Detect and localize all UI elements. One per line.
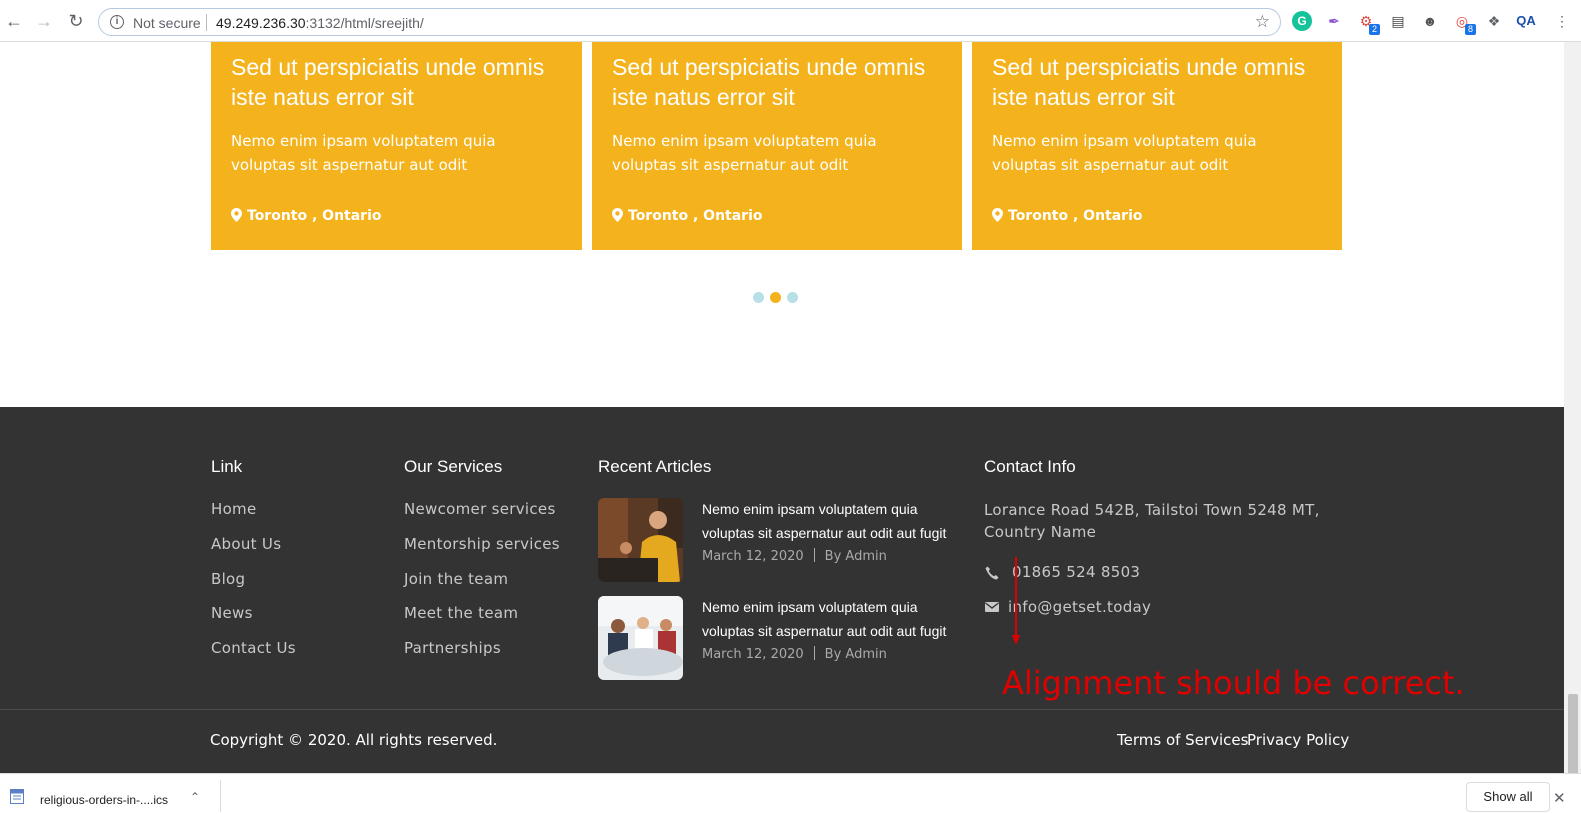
contact-email[interactable]: info@getset.today bbox=[1008, 596, 1151, 618]
card-title: Sed ut perspiciatis unde omnis iste natu… bbox=[612, 54, 926, 110]
article-meta: March 12, 2020 By Admin bbox=[702, 646, 887, 662]
terms-link[interactable]: Terms of Services bbox=[1117, 731, 1248, 749]
article-date: March 12, 2020 bbox=[702, 549, 804, 564]
lens-extension-icon[interactable]: ◎ 8 bbox=[1452, 11, 1476, 35]
card-location: Toronto , Ontario bbox=[992, 208, 1143, 224]
footer-link-news[interactable]: News bbox=[211, 604, 253, 622]
article-thumbnail[interactable] bbox=[598, 596, 683, 680]
footer-service-mentorship[interactable]: Mentorship services bbox=[404, 535, 560, 553]
footer-service-partnerships[interactable]: Partnerships bbox=[404, 639, 501, 657]
carousel-dot[interactable] bbox=[753, 292, 764, 303]
article-thumbnail[interactable] bbox=[598, 498, 683, 582]
footer-link-about[interactable]: About Us bbox=[211, 535, 281, 553]
article-title[interactable]: Nemo enim ipsam voluptatem quia voluptas… bbox=[702, 595, 962, 643]
calendar-file-icon bbox=[10, 789, 24, 804]
map-pin-icon bbox=[992, 208, 1003, 222]
article-author: By Admin bbox=[824, 647, 887, 662]
download-divider bbox=[220, 780, 221, 812]
forward-icon[interactable]: → bbox=[34, 11, 54, 31]
meta-divider bbox=[813, 646, 815, 660]
footer-service-join[interactable]: Join the team bbox=[404, 570, 508, 588]
annotation-text: Alignment should be correct. bbox=[1002, 664, 1465, 702]
download-shelf: religious-orders-in-....ics ⌃ Show all ✕ bbox=[0, 773, 1581, 814]
card-location: Toronto , Ontario bbox=[231, 208, 382, 224]
card-description: Nemo enim ipsam voluptatem quia voluptas… bbox=[612, 132, 877, 174]
envelope-icon bbox=[985, 602, 999, 612]
article-date: March 12, 2020 bbox=[702, 647, 804, 662]
url-text[interactable]: 49.249.236.30:3132/html/sreejith/ bbox=[216, 15, 424, 31]
card-title: Sed ut perspiciatis unde omnis iste natu… bbox=[231, 54, 545, 110]
not-secure-label: Not secure bbox=[133, 15, 201, 31]
page-scrollbar[interactable] bbox=[1564, 42, 1581, 794]
chevron-up-icon[interactable]: ⌃ bbox=[190, 790, 200, 804]
carousel-dot-active[interactable] bbox=[770, 292, 781, 303]
copyright-text: Copyright © 2020. All rights reserved. bbox=[210, 731, 498, 749]
map-pin-icon bbox=[612, 208, 623, 222]
card-location-text: Toronto , Ontario bbox=[628, 208, 763, 224]
extension-badge-icon[interactable]: ⚙ 2 bbox=[1356, 11, 1380, 35]
card-location-text: Toronto , Ontario bbox=[1008, 208, 1143, 224]
address-bar[interactable]: i Not secure 49.249.236.30:3132/html/sre… bbox=[98, 8, 1281, 36]
annotation-arrow-icon bbox=[1012, 557, 1020, 645]
footer-divider bbox=[0, 709, 1564, 710]
footer-link-blog[interactable]: Blog bbox=[211, 570, 245, 588]
article-photo-icon bbox=[598, 596, 683, 680]
privacy-link[interactable]: Privacy Policy bbox=[1247, 731, 1349, 749]
show-all-button[interactable]: Show all bbox=[1466, 782, 1550, 812]
url-host: 49.249.236.30 bbox=[216, 15, 306, 31]
card-description: Nemo enim ipsam voluptatem quia voluptas… bbox=[992, 132, 1257, 174]
feather-extension-icon[interactable]: ✒ bbox=[1324, 11, 1344, 31]
event-card[interactable]: Sed ut perspiciatis unde omnis iste natu… bbox=[211, 42, 582, 250]
footer-link-home[interactable]: Home bbox=[211, 500, 257, 518]
footer: Link Home About Us Blog News Contact Us … bbox=[0, 407, 1564, 773]
footer-articles-heading: Recent Articles bbox=[598, 457, 712, 476]
article-title[interactable]: Nemo enim ipsam voluptatem quia voluptas… bbox=[702, 497, 962, 545]
lens-badge-count: 8 bbox=[1465, 24, 1476, 35]
puzzle-extensions-icon[interactable]: ❖ bbox=[1484, 11, 1504, 31]
phone-icon bbox=[985, 566, 999, 580]
footer-services-heading: Our Services bbox=[404, 457, 503, 476]
back-icon[interactable]: ← bbox=[4, 11, 24, 31]
contact-address: Lorance Road 542B, Tailstoi Town 5248 MT… bbox=[984, 501, 1320, 541]
event-card[interactable]: Sed ut perspiciatis unde omnis iste natu… bbox=[592, 42, 962, 250]
article-author: By Admin bbox=[824, 549, 887, 564]
card-description: Nemo enim ipsam voluptatem quia voluptas… bbox=[231, 132, 496, 174]
footer-contact-heading: Contact Info bbox=[984, 457, 1076, 476]
grammarly-extension-icon[interactable]: G bbox=[1292, 11, 1312, 31]
carousel-dot[interactable] bbox=[787, 292, 798, 303]
download-filename[interactable]: religious-orders-in-....ics bbox=[40, 793, 168, 807]
omnibox-divider bbox=[206, 14, 207, 31]
footer-service-meet[interactable]: Meet the team bbox=[404, 604, 518, 622]
qa-extension-icon[interactable]: QA bbox=[1514, 11, 1538, 31]
card-location: Toronto , Ontario bbox=[612, 208, 763, 224]
info-icon[interactable]: i bbox=[110, 15, 124, 29]
browser-toolbar: ← → ↻ i Not secure 49.249.236.30:3132/ht… bbox=[0, 0, 1581, 42]
article-photo-icon bbox=[598, 498, 683, 582]
card-location-text: Toronto , Ontario bbox=[247, 208, 382, 224]
bookmark-star-icon[interactable]: ☆ bbox=[1255, 12, 1270, 32]
footer-link-heading: Link bbox=[211, 457, 243, 476]
article-meta: March 12, 2020 By Admin bbox=[702, 548, 887, 564]
footer-service-newcomer[interactable]: Newcomer services bbox=[404, 500, 556, 518]
document-extension-icon[interactable]: ▤ bbox=[1388, 11, 1408, 31]
close-icon[interactable]: ✕ bbox=[1553, 789, 1566, 807]
extension-badge-count: 2 bbox=[1369, 24, 1380, 35]
menu-dots-icon[interactable]: ⋮ bbox=[1552, 11, 1572, 31]
reload-icon[interactable]: ↻ bbox=[66, 11, 86, 31]
meta-divider bbox=[813, 548, 815, 562]
face-extension-icon[interactable]: ☻ bbox=[1420, 11, 1440, 31]
event-card[interactable]: Sed ut perspiciatis unde omnis iste natu… bbox=[972, 42, 1342, 250]
footer-link-contact[interactable]: Contact Us bbox=[211, 639, 296, 657]
carousel-dots bbox=[753, 292, 798, 303]
map-pin-icon bbox=[231, 208, 242, 222]
card-title: Sed ut perspiciatis unde omnis iste natu… bbox=[992, 54, 1306, 110]
contact-phone[interactable]: 01865 524 8503 bbox=[1012, 561, 1140, 583]
url-path: :3132/html/sreejith/ bbox=[305, 15, 424, 31]
